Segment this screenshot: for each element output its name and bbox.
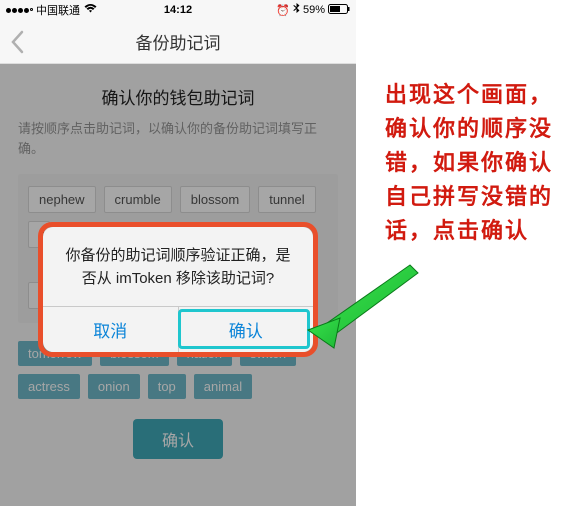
- watermark: 知 知乎 @万岁: [476, 481, 558, 498]
- back-icon[interactable]: [10, 30, 24, 54]
- alert-message: 你备份的助记词顺序验证正确，是否从 imToken 移除该助记词?: [43, 227, 313, 306]
- alert-dialog: 你备份的助记词顺序验证正确，是否从 imToken 移除该助记词? 取消 确认: [43, 227, 313, 352]
- svg-text:知: 知: [476, 483, 487, 497]
- pool-chip[interactable]: top: [148, 374, 186, 399]
- alert-highlight-frame: 你备份的助记词顺序验证正确，是否从 imToken 移除该助记词? 取消 确认: [38, 222, 318, 357]
- pool-chip[interactable]: onion: [88, 374, 140, 399]
- pool-chip[interactable]: animal: [194, 374, 252, 399]
- confirm-button[interactable]: 确认: [133, 419, 223, 459]
- nav-bar: 备份助记词: [0, 20, 356, 64]
- alert-cancel-button[interactable]: 取消: [43, 307, 178, 352]
- clock: 14:12: [0, 4, 356, 16]
- annotation-text: 出现这个画面，确认你的顺序没错，如果你确认自己拼写没错的话，点击确认: [385, 78, 555, 248]
- phone-frame: 中国联通 14:12 ⏰ 59% 备份助记词 确认你的钱包助记词 请按顺序点击助…: [0, 0, 356, 506]
- selected-chip[interactable]: blossom: [180, 186, 250, 213]
- status-bar: 中国联通 14:12 ⏰ 59%: [0, 0, 356, 20]
- selected-chip[interactable]: crumble: [104, 186, 172, 213]
- hint-text: 请按顺序点击助记词，以确认你的备份助记词填写正确。: [18, 119, 338, 158]
- page-title: 备份助记词: [136, 29, 221, 54]
- selected-chip[interactable]: tunnel: [258, 186, 315, 213]
- selected-chip[interactable]: nephew: [28, 186, 96, 213]
- subtitle: 确认你的钱包助记词: [18, 84, 338, 109]
- alert-ok-button[interactable]: 确认: [178, 307, 314, 352]
- zhihu-icon: 知: [476, 483, 490, 497]
- pool-chip[interactable]: actress: [18, 374, 80, 399]
